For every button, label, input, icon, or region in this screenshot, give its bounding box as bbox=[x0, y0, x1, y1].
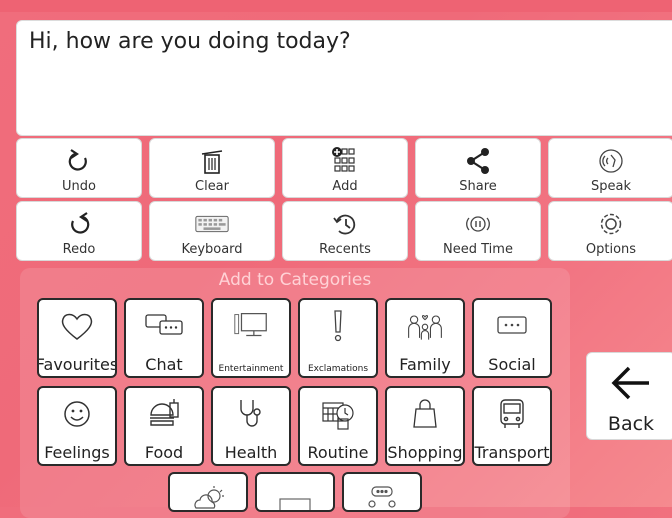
undo-label: Undo bbox=[62, 179, 96, 194]
category-exclamations[interactable]: Exclamations bbox=[298, 298, 378, 378]
options-label: Options bbox=[585, 242, 637, 257]
entertainment-label: Entertainment bbox=[218, 364, 284, 374]
keyboard-label: Keyboard bbox=[181, 242, 243, 257]
back-button[interactable]: Back bbox=[586, 352, 672, 440]
clear-button[interactable]: Clear bbox=[149, 138, 275, 198]
history-icon bbox=[328, 207, 362, 241]
food-icon bbox=[144, 396, 184, 432]
clear-label: Clear bbox=[195, 179, 229, 194]
calendar-clock-icon bbox=[318, 396, 358, 432]
add-label: Add bbox=[332, 179, 358, 194]
category-feelings[interactable]: Feelings bbox=[37, 386, 117, 466]
keyboard-icon bbox=[195, 207, 229, 241]
keyboard-button[interactable]: Keyboard bbox=[149, 201, 275, 261]
health-label: Health bbox=[224, 443, 278, 462]
favourites-label: Favourites bbox=[37, 355, 117, 374]
message-box[interactable]: Hi, how are you doing today? bbox=[16, 20, 672, 136]
exclamation-icon bbox=[318, 308, 358, 344]
category-family[interactable]: Family bbox=[385, 298, 465, 378]
chat-bubbles-icon bbox=[144, 308, 184, 344]
share-label: Share bbox=[459, 179, 497, 194]
category-transport[interactable]: Transport bbox=[472, 386, 552, 466]
redo-icon bbox=[62, 207, 96, 241]
undo-icon bbox=[62, 144, 96, 178]
recents-button[interactable]: Recents bbox=[282, 201, 408, 261]
category-social[interactable]: Social bbox=[472, 298, 552, 378]
redo-button[interactable]: Redo bbox=[16, 201, 142, 261]
category-shopping[interactable]: Shopping bbox=[385, 386, 465, 466]
top-strip bbox=[0, 0, 672, 12]
back-label: Back bbox=[607, 413, 655, 435]
share-icon bbox=[461, 144, 495, 178]
category-conversation[interactable] bbox=[342, 472, 422, 512]
shopping-label: Shopping bbox=[387, 443, 463, 462]
speech-bubble-icon bbox=[492, 308, 532, 344]
smiley-icon bbox=[57, 396, 97, 432]
pause-speech-icon bbox=[461, 207, 495, 241]
category-entertainment[interactable]: Entertainment bbox=[211, 298, 291, 378]
message-text: Hi, how are you doing today? bbox=[29, 29, 351, 54]
bus-icon bbox=[492, 396, 532, 432]
family-icon bbox=[405, 308, 445, 344]
routine-label: Routine bbox=[307, 443, 369, 462]
speak-button[interactable]: Speak bbox=[548, 138, 672, 198]
recents-label: Recents bbox=[319, 242, 371, 257]
category-health[interactable]: Health bbox=[211, 386, 291, 466]
arrow-left-icon bbox=[609, 363, 653, 403]
exclamations-label: Exclamations bbox=[307, 364, 369, 374]
social-label: Social bbox=[488, 355, 536, 374]
need-time-button[interactable]: Need Time bbox=[415, 201, 541, 261]
category-weather[interactable] bbox=[168, 472, 248, 512]
categories-title: Add to Categories bbox=[218, 270, 372, 290]
heart-icon bbox=[57, 308, 97, 344]
transport-label: Transport bbox=[474, 443, 550, 462]
sun-cloud-icon bbox=[188, 480, 228, 510]
add-grid-icon bbox=[328, 144, 362, 178]
tv-icon bbox=[231, 308, 271, 344]
food-label: Food bbox=[144, 443, 184, 462]
gear-icon bbox=[594, 207, 628, 241]
category-routine[interactable]: Routine bbox=[298, 386, 378, 466]
family-label: Family bbox=[399, 355, 451, 374]
need-time-label: Need Time bbox=[443, 242, 513, 257]
feelings-label: Feelings bbox=[44, 443, 110, 462]
category-favourites[interactable]: Favourites bbox=[37, 298, 117, 378]
stethoscope-icon bbox=[231, 396, 271, 432]
screen-icon bbox=[275, 490, 315, 510]
category-chat[interactable]: Chat bbox=[124, 298, 204, 378]
add-button[interactable]: Add bbox=[282, 138, 408, 198]
options-button[interactable]: Options bbox=[548, 201, 672, 261]
trash-icon bbox=[195, 144, 229, 178]
speak-icon bbox=[594, 144, 628, 178]
redo-label: Redo bbox=[62, 242, 96, 257]
category-food[interactable]: Food bbox=[124, 386, 204, 466]
share-button[interactable]: Share bbox=[415, 138, 541, 198]
shopping-bag-icon bbox=[405, 396, 445, 432]
undo-button[interactable]: Undo bbox=[16, 138, 142, 198]
speak-label: Speak bbox=[591, 179, 631, 194]
conversation-icon bbox=[362, 480, 402, 510]
chat-label: Chat bbox=[145, 355, 183, 374]
category-screen[interactable] bbox=[255, 472, 335, 512]
